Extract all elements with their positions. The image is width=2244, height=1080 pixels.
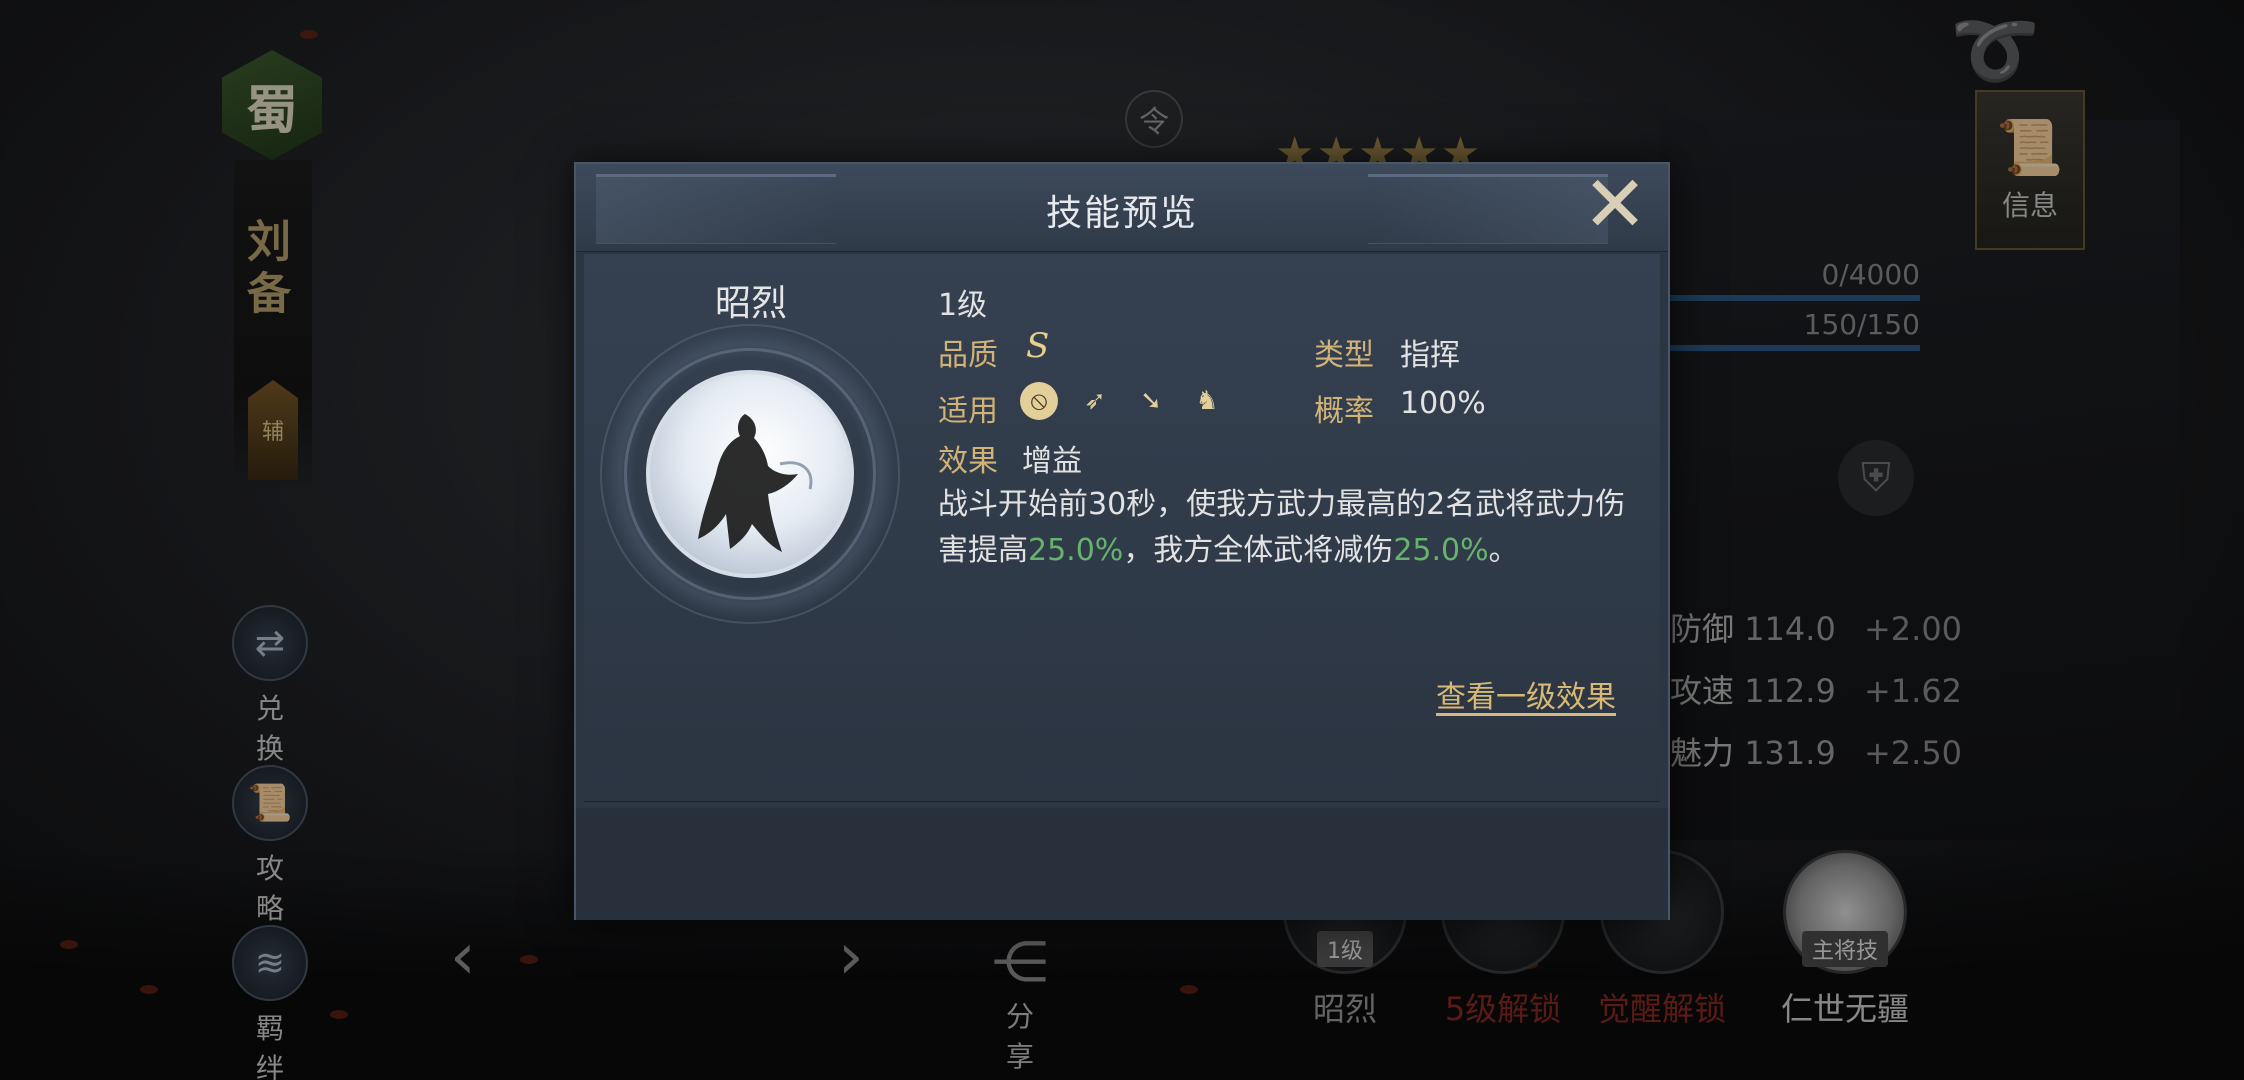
modal-title: 技能预览 — [1045, 193, 1198, 234]
skill-preview-modal: 技能预览 ✕ 昭烈 1级 品质 S 类型 指挥 适用 ⦸ ➶ ➘ ♞ 概率 10… — [574, 162, 1670, 920]
skill-description: 战斗开始前30秒，使我方武力最高的2名武将武力伤害提高25.0%，我方全体武将减… — [938, 482, 1628, 574]
chance-label: 概率 — [1314, 394, 1374, 429]
modal-footer — [576, 808, 1668, 920]
description-highlight: 25.0% — [1393, 533, 1489, 568]
horse-icon: ♞ — [1195, 386, 1219, 416]
skill-name: 昭烈 — [714, 283, 787, 324]
shield-icon: ⦸ — [1020, 382, 1058, 420]
applicable-units: ⦸ ➶ ➘ ♞ — [1020, 382, 1226, 420]
description-text: 。 — [1488, 533, 1519, 568]
crossed-swords-close-icon: ✕ — [1582, 160, 1648, 250]
quality-label: 品质 — [938, 338, 998, 373]
chance-value: 100% — [1400, 386, 1486, 421]
effect-label: 效果 — [938, 444, 998, 479]
spear-icon: ➘ — [1140, 386, 1162, 416]
description-highlight: 25.0% — [1028, 533, 1124, 568]
bow-icon: ➶ — [1084, 386, 1106, 416]
skill-level: 1级 — [938, 288, 988, 323]
skill-portrait — [646, 370, 854, 578]
view-level1-effect-link[interactable]: 查看一级效果 — [1436, 672, 1616, 716]
modal-header: 技能预览 ✕ — [576, 164, 1668, 252]
applicable-label: 适用 — [938, 394, 998, 429]
type-label: 类型 — [1314, 338, 1374, 373]
type-value: 指挥 — [1400, 338, 1460, 373]
close-button[interactable]: ✕ — [1574, 164, 1656, 246]
warrior-silhouette-icon — [698, 414, 813, 552]
effect-value: 增益 — [1022, 444, 1082, 479]
description-text: ，我方全体武将减伤 — [1123, 533, 1394, 568]
quality-value: S — [1026, 326, 1050, 366]
